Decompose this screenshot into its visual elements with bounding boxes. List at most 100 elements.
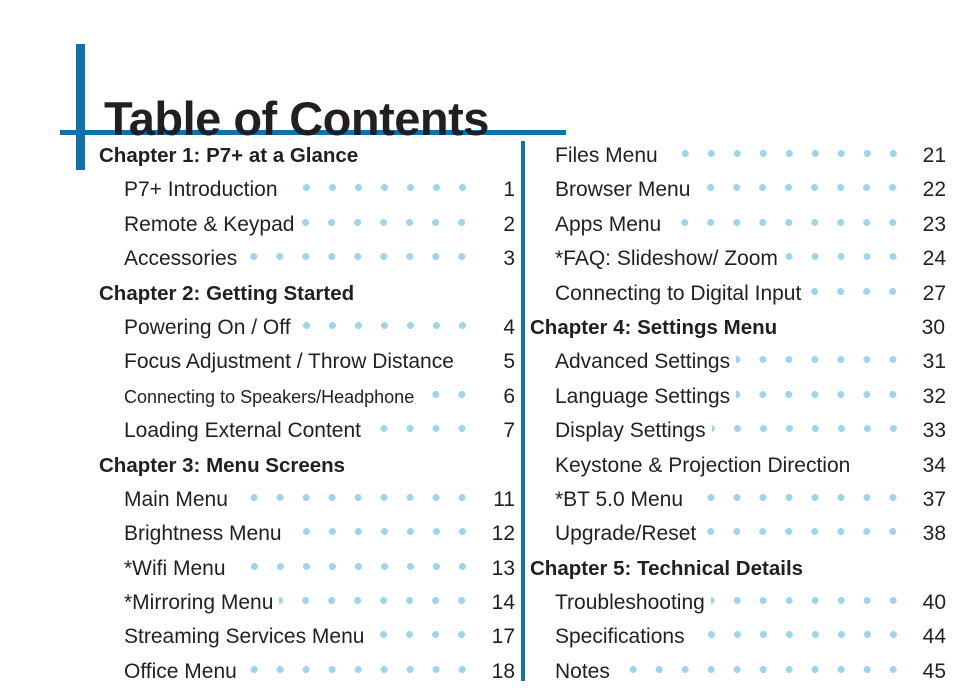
- toc-entry-row[interactable]: Browser Menu 22: [531, 177, 946, 211]
- toc-chapter-row[interactable]: Chapter 5: Technical Details: [530, 556, 945, 590]
- toc-entry-label: Advanced Settings: [555, 350, 731, 374]
- toc-chapter-row[interactable]: Chapter 3: Menu Screens: [99, 453, 514, 487]
- toc-leader-dots: [809, 563, 905, 570]
- toc-page-number: 33: [922, 419, 946, 443]
- toc-leader-dots: [696, 184, 906, 192]
- toc-entry-label: Main Menu: [124, 487, 228, 511]
- toc-leader-dots: [233, 493, 475, 501]
- toc-leader-dots: [807, 287, 906, 295]
- toc-leader-dots: [689, 493, 906, 501]
- toc-leader-dots: [702, 528, 906, 536]
- column-divider: [521, 141, 525, 681]
- toc-leader-dots: [460, 356, 475, 363]
- toc-chapter-row[interactable]: Chapter 1: P7+ at a Glance: [99, 143, 514, 177]
- toc-entry-row[interactable]: Keystone & Projection Direction 34: [531, 453, 946, 487]
- toc-page-number: 5: [503, 350, 515, 374]
- toc-entry-row[interactable]: Upgrade/Reset 38: [531, 521, 946, 555]
- toc-leader-dots: [367, 425, 475, 433]
- toc-column-left: Chapter 1: P7+ at a Glance P7+ Introducti…: [99, 143, 515, 693]
- toc-entry-row[interactable]: Powering On / Off 4: [100, 315, 515, 349]
- toc-entry-row[interactable]: Remote & Keypad 2: [100, 212, 515, 246]
- toc-leader-dots: [243, 253, 475, 261]
- toc-entry-row[interactable]: Apps Menu 23: [531, 212, 946, 246]
- toc-entry-row[interactable]: *Wifi Menu 13: [100, 556, 515, 590]
- toc-entry-row[interactable]: Language Settings 32: [531, 384, 946, 418]
- toc-entry-label: Troubleshooting: [555, 591, 705, 615]
- toc-leader-dots: [364, 150, 474, 157]
- toc-page-number: 24: [922, 247, 946, 271]
- toc-leader-dots: [351, 460, 474, 467]
- toc-entry-label: Chapter 1: P7+ at a Glance: [99, 144, 359, 167]
- toc-entry-label: Apps Menu: [555, 212, 662, 236]
- toc-entry-label: Files Menu: [555, 144, 658, 167]
- toc-page-number: 44: [922, 625, 946, 649]
- toc-entry-label: Notes: [555, 659, 610, 683]
- toc-entry-label: P7+ Introduction: [124, 178, 278, 202]
- toc-leader-dots: [296, 321, 475, 329]
- toc-column-right: Files Menu 21 Browser Menu 22 Apps Menu 23 *FA…: [530, 143, 946, 693]
- page-title: Table of Contents: [104, 92, 489, 146]
- toc-leader-dots: [710, 597, 906, 605]
- toc-page-number: 21: [922, 144, 946, 167]
- toc-entry-label: *FAQ: Slideshow/ Zoom: [555, 247, 778, 271]
- toc-entry-label: Chapter 3: Menu Screens: [99, 453, 346, 477]
- toc-page-number: 14: [491, 591, 515, 615]
- toc-page-number: 32: [922, 384, 946, 408]
- toc-entry-row[interactable]: Connecting to Speakers/Headphone 6: [100, 384, 515, 418]
- toc-page-number: 31: [922, 350, 946, 374]
- toc-page-number: 27: [922, 281, 946, 305]
- toc-entry-label: Keystone & Projection Direction: [555, 453, 851, 477]
- toc-entry-label: Chapter 5: Technical Details: [530, 556, 804, 580]
- toc-entry-row[interactable]: Streaming Services Menu 17: [100, 624, 515, 658]
- toc-entry-row[interactable]: Main Menu 11: [100, 487, 515, 521]
- toc-entry-label: Specifications: [555, 625, 685, 649]
- toc-entry-row[interactable]: Display Settings 33: [531, 418, 946, 452]
- toc-entry-row[interactable]: Specifications 44: [531, 624, 946, 658]
- toc-leader-dots: [283, 184, 475, 192]
- toc-entry-row[interactable]: *BT 5.0 Menu 37: [531, 487, 946, 521]
- toc-page-number: 37: [922, 487, 946, 511]
- toc-page-number: 45: [922, 659, 946, 683]
- toc-chapter-row[interactable]: Chapter 2: Getting Started: [99, 281, 514, 315]
- toc-entry-label: Upgrade/Reset: [555, 522, 697, 546]
- toc-leader-dots: [783, 253, 906, 261]
- toc-entry-row[interactable]: P7+ Introduction 1: [100, 177, 515, 211]
- toc-entry-row[interactable]: Focus Adjustment / Throw Distance 5: [100, 349, 515, 383]
- toc-page-number: 11: [493, 487, 515, 511]
- toc-leader-dots: [856, 460, 906, 467]
- toc-entry-row[interactable]: *FAQ: Slideshow/ Zoom 24: [531, 246, 946, 280]
- toc-page-number: 22: [922, 178, 946, 202]
- toc-page-number: 7: [503, 419, 515, 443]
- toc-chapter-row[interactable]: Chapter 4: Settings Menu 30: [530, 315, 945, 349]
- toc-entry-row[interactable]: Connecting to Digital Input 27: [531, 281, 946, 315]
- toc-entry-label: Office Menu: [124, 659, 237, 683]
- toc-page-number: 3: [503, 247, 515, 271]
- toc-entry-label: *BT 5.0 Menu: [555, 487, 684, 511]
- toc-entry-row[interactable]: Advanced Settings 31: [531, 349, 946, 383]
- toc-entry-row[interactable]: Accessories 3: [100, 246, 515, 280]
- toc-entry-row[interactable]: *Mirroring Menu 14: [100, 590, 515, 624]
- toc-leader-dots: [279, 597, 475, 605]
- toc-entry-label: Remote & Keypad: [124, 212, 295, 236]
- toc-page-number: 17: [491, 625, 515, 649]
- toc-leader-dots: [231, 562, 475, 570]
- toc-entry-row[interactable]: Brightness Menu 12: [100, 521, 515, 555]
- toc-page-number: 1: [503, 178, 515, 202]
- toc-entry-row[interactable]: Loading External Content 7: [100, 418, 515, 452]
- toc-entry-label: Chapter 4: Settings Menu: [530, 315, 778, 339]
- toc-page-number: 4: [503, 315, 515, 339]
- toc-page-number: 30: [921, 315, 945, 339]
- toc-leader-dots: [663, 150, 906, 157]
- toc-entry-row[interactable]: Notes 45: [531, 659, 946, 693]
- toc-entry-row[interactable]: Troubleshooting 40: [531, 590, 946, 624]
- toc-entry-row[interactable]: Files Menu 21: [531, 143, 946, 177]
- toc-entry-label: Focus Adjustment / Throw Distance: [124, 350, 454, 374]
- toc-page-number: 18: [491, 659, 515, 683]
- toc-page-number: 40: [922, 591, 946, 615]
- toc-entry-label: Language Settings: [555, 384, 731, 408]
- toc-entry-label: Display Settings: [555, 419, 706, 443]
- toc-entry-label: Connecting to Digital Input: [555, 281, 802, 305]
- toc-entry-row[interactable]: Office Menu 18: [100, 659, 515, 693]
- toc-page-number: 2: [503, 212, 515, 236]
- toc-leader-dots: [736, 356, 906, 364]
